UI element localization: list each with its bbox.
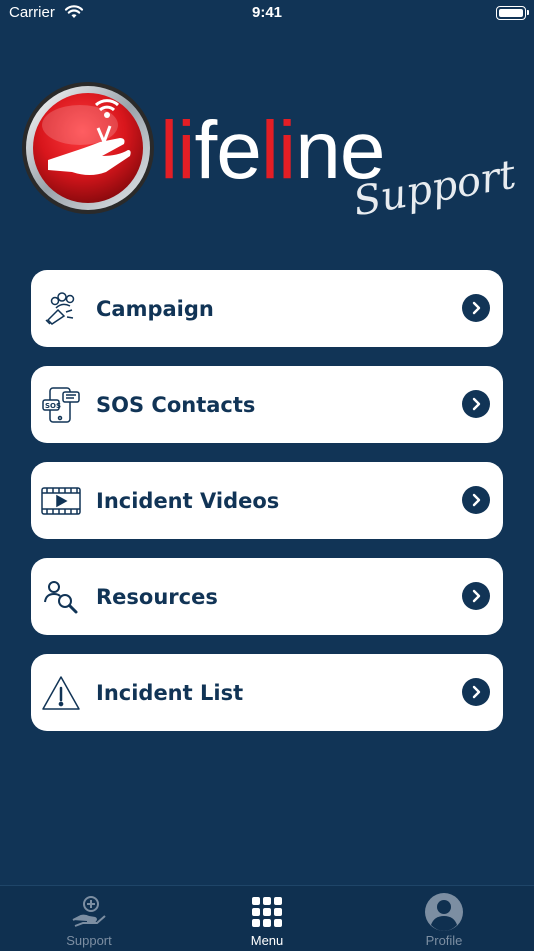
chevron-right-icon[interactable] [462, 678, 490, 706]
support-hand-icon [71, 894, 107, 930]
campaign-icon [41, 289, 81, 329]
resources-search-icon [41, 577, 81, 617]
tab-label: Support [66, 933, 112, 948]
menu-item-campaign[interactable]: Campaign [31, 270, 503, 347]
grid-icon [249, 894, 285, 930]
menu-item-label: SOS Contacts [96, 392, 256, 417]
menu-item-incident-list[interactable]: Incident List [31, 654, 503, 731]
battery-icon [496, 6, 529, 20]
menu-item-incident-videos[interactable]: Incident Videos [31, 462, 503, 539]
main-menu: Campaign SOS SOS Contacts Incident Video… [31, 270, 503, 750]
profile-icon [425, 893, 463, 931]
warning-icon [41, 673, 81, 713]
chevron-right-icon[interactable] [462, 582, 490, 610]
sos-contacts-icon: SOS [41, 385, 81, 425]
tab-bar: Support Menu Profile [0, 885, 534, 951]
menu-item-sos-contacts[interactable]: SOS SOS Contacts [31, 366, 503, 443]
video-icon [41, 481, 81, 521]
logo-word-li: li [160, 105, 195, 196]
lifeline-logo: lifeline Support [20, 80, 519, 240]
clock: 9:41 [251, 4, 283, 21]
chevron-right-icon[interactable] [462, 390, 490, 418]
chevron-right-icon[interactable] [462, 486, 490, 514]
menu-item-resources[interactable]: Resources [31, 558, 503, 635]
menu-item-label: Incident Videos [96, 488, 280, 513]
tab-label: Profile [425, 933, 463, 948]
status-bar: Carrier 9:41 [0, 0, 534, 28]
svg-text:SOS: SOS [45, 402, 61, 410]
logo-word-fe: fe [194, 105, 261, 196]
chevron-right-icon[interactable] [462, 294, 490, 322]
logo-word-li-2: li [260, 105, 296, 196]
menu-item-label: Campaign [96, 296, 214, 321]
logo-emblem-icon [22, 82, 154, 214]
menu-item-label: Resources [96, 584, 218, 609]
menu-item-label: Incident List [96, 680, 244, 705]
tab-label: Menu [250, 933, 284, 948]
